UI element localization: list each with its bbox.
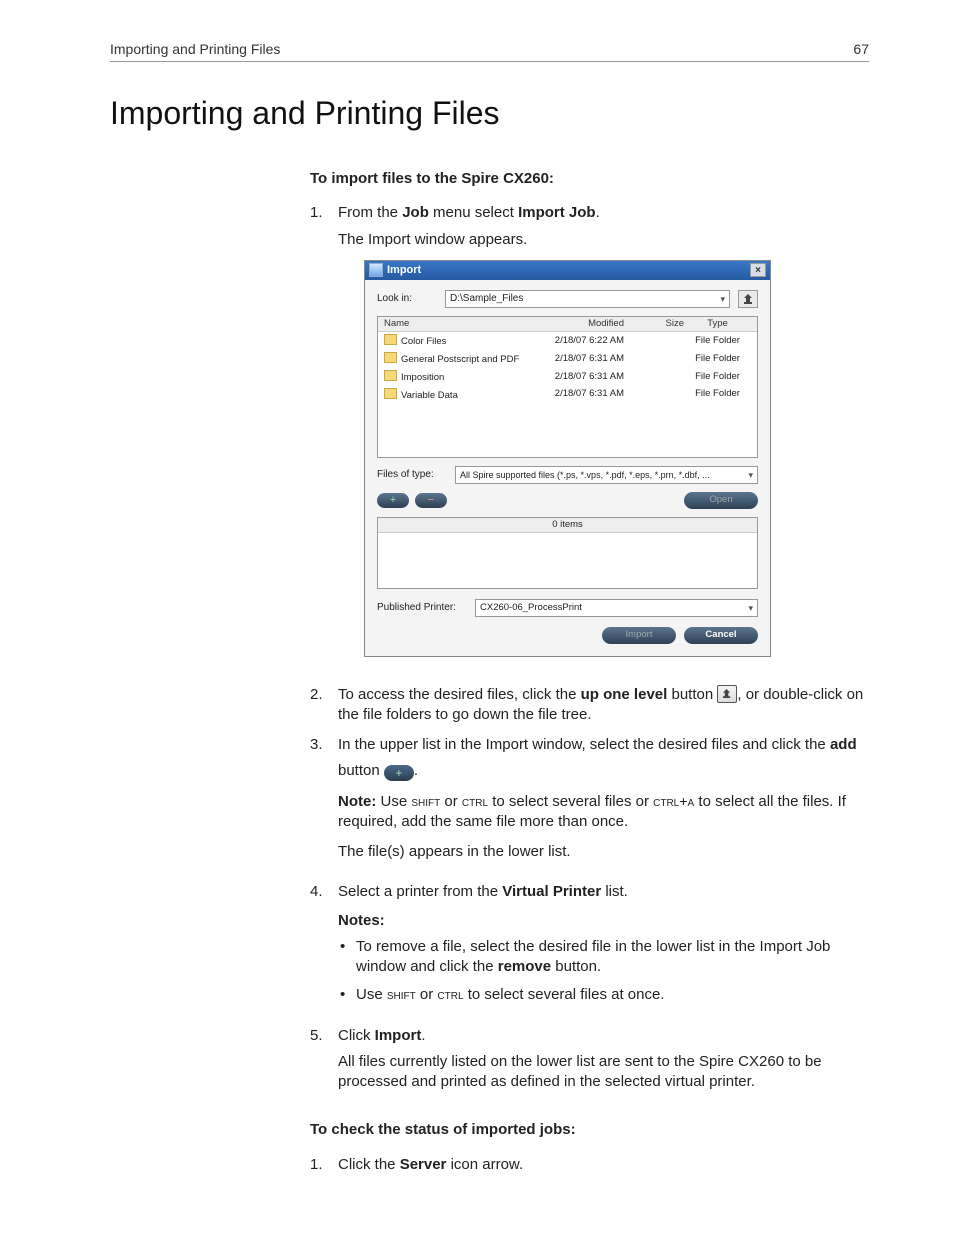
step-3-text: In the upper list in the Import window, … [338, 735, 869, 755]
close-icon[interactable]: × [750, 263, 766, 277]
note-bullet: To remove a file, select the desired fil… [338, 937, 869, 978]
dialog-title: Import [387, 263, 421, 278]
dialog-titlebar: Import × [365, 261, 770, 280]
add-button[interactable]: + [377, 493, 409, 508]
import-button[interactable]: Import [602, 627, 676, 644]
file-list-header: Name Modified Size Type [378, 317, 757, 333]
page-header: Importing and Printing Files 67 [110, 40, 869, 62]
file-list[interactable]: Name Modified Size Type Color Files 2/18… [377, 316, 758, 458]
step-2: 2. To access the desired files, click th… [310, 685, 869, 726]
page-title: Importing and Printing Files [110, 92, 869, 135]
folder-icon [384, 334, 397, 345]
cancel-button[interactable]: Cancel [684, 627, 758, 644]
import-dialog: Import × Look in: D:\Sample_Files ▾ [364, 260, 771, 657]
step-4: 4. Select a printer from the Virtual Pri… [310, 882, 869, 1015]
folder-icon [384, 370, 397, 381]
list-item[interactable]: Imposition 2/18/07 6:31 AM File Folder [378, 368, 757, 386]
step-number: 1. [310, 203, 338, 674]
step-3-result: The file(s) appears in the lower list. [338, 842, 869, 862]
filetype-field[interactable]: All Spire supported files (*.ps, *.vps, … [455, 466, 758, 484]
list-item[interactable]: General Postscript and PDF 2/18/07 6:31 … [378, 350, 757, 368]
step-3: 3. In the upper list in the Import windo… [310, 735, 869, 872]
notes-list: To remove a file, select the desired fil… [338, 937, 869, 1006]
step-1-text: From the Job menu select Import Job. [338, 203, 869, 223]
step-number: 1. [310, 1155, 338, 1175]
step-1b-text: Click the Server icon arrow. [338, 1155, 869, 1175]
lower-list-header: 0 items [378, 518, 757, 534]
folder-icon [384, 352, 397, 363]
step-5-text: Click Import. [338, 1026, 869, 1046]
dropdown-icon[interactable]: ▾ [748, 600, 753, 616]
list-item[interactable]: Color Files 2/18/07 6:22 AM File Folder [378, 332, 757, 350]
lookin-label: Look in: [377, 292, 437, 306]
up-one-level-icon [717, 685, 737, 703]
dropdown-icon[interactable]: ▾ [748, 467, 753, 483]
step-number: 4. [310, 882, 338, 1015]
step-number: 5. [310, 1026, 338, 1103]
note-bullet: Use shift or ctrl to select several file… [338, 985, 869, 1005]
notes-heading: Notes: [338, 911, 869, 931]
step-3-button-line: button +. [338, 761, 869, 781]
open-button[interactable]: Open [684, 492, 758, 509]
app-icon [369, 263, 383, 277]
step-1-result: The Import window appears. [338, 230, 869, 250]
section1-heading: To import files to the Spire CX260: [310, 169, 869, 189]
step-4-text: Select a printer from the Virtual Printe… [338, 882, 869, 902]
step-2-text: To access the desired files, click the u… [338, 685, 869, 726]
step-5: 5. Click Import. All files currently lis… [310, 1026, 869, 1103]
step-number: 2. [310, 685, 338, 726]
virtual-printer-field[interactable]: CX260-06_ProcessPrint ▾ [475, 599, 758, 617]
section2-heading: To check the status of imported jobs: [310, 1120, 869, 1140]
filetype-label: Files of type: [377, 468, 447, 482]
dropdown-icon[interactable]: ▾ [720, 291, 725, 307]
virtual-printer-label: Published Printer: [377, 601, 467, 615]
path-field[interactable]: D:\Sample_Files ▾ [445, 290, 730, 308]
lower-list[interactable]: 0 items [377, 517, 758, 589]
step-number: 3. [310, 735, 338, 872]
section1-steps: 1. From the Job menu select Import Job. … [310, 203, 869, 1102]
step-3-note: Note: Use shift or ctrl to select severa… [338, 792, 869, 833]
folder-icon [384, 388, 397, 399]
step-5-result: All files currently listed on the lower … [338, 1052, 869, 1093]
section2-steps: 1. Click the Server icon arrow. [310, 1155, 869, 1175]
step-1b: 1. Click the Server icon arrow. [310, 1155, 869, 1175]
page-number: 67 [853, 40, 869, 59]
step-1: 1. From the Job menu select Import Job. … [310, 203, 869, 674]
main-content: To import files to the Spire CX260: 1. F… [310, 169, 869, 1175]
header-left: Importing and Printing Files [110, 40, 280, 59]
remove-button[interactable]: − [415, 493, 447, 508]
add-icon: + [384, 765, 414, 781]
list-item[interactable]: Variable Data 2/18/07 6:31 AM File Folde… [378, 386, 757, 404]
up-one-level-icon[interactable] [738, 290, 758, 308]
